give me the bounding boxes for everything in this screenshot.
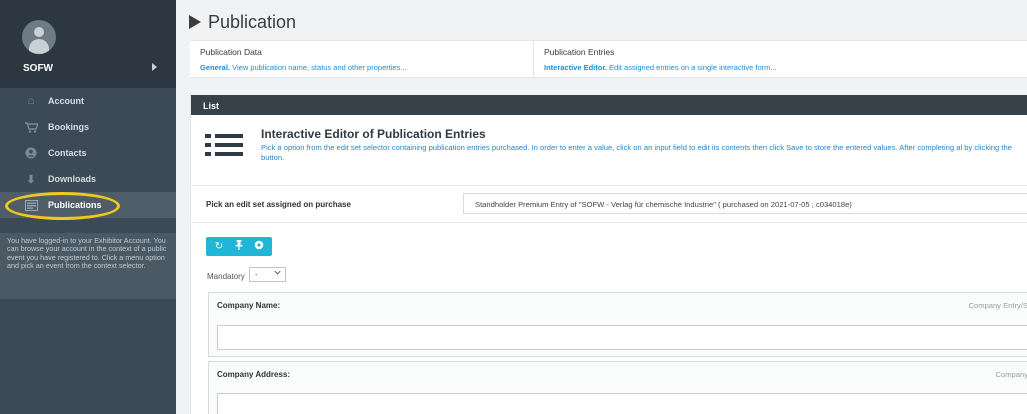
pin-icon[interactable]	[231, 240, 247, 253]
title-bar: Publication	[176, 0, 1027, 40]
sidebar-item-downloads[interactable]: ⬇ Downloads	[0, 166, 176, 192]
list-panel: List Interactive Editor of Publication E…	[190, 95, 1027, 414]
chevron-right-icon[interactable]	[152, 63, 157, 71]
editor-toolbar: ↻	[206, 237, 272, 256]
home-icon: ⌂	[27, 95, 35, 107]
cart-icon	[24, 121, 38, 133]
chevron-down-icon	[274, 269, 281, 278]
company-name-input[interactable]	[217, 325, 1027, 350]
editor-title: Interactive Editor of Publication Entrie…	[261, 127, 486, 141]
edit-set-select[interactable]: Standholder Premium Entry of "SOFW - Ver…	[463, 193, 1027, 214]
panel-heading: List	[191, 95, 1027, 115]
avatar	[22, 20, 56, 54]
section-tabs: Publication Data General. View publicati…	[190, 40, 1027, 78]
download-icon: ⬇	[26, 173, 36, 186]
tab-link[interactable]: Interactive Editor. Edit assigned entrie…	[544, 63, 777, 72]
divider	[191, 185, 1027, 186]
mandatory-label: Mandatory	[207, 272, 245, 281]
tab-link[interactable]: General. View publication name, status a…	[200, 63, 407, 72]
tab-publication-entries[interactable]: Publication Entries Interactive Editor. …	[544, 47, 777, 72]
sidebar-item-bookings[interactable]: Bookings	[0, 114, 176, 140]
field-label: Company Address:	[217, 370, 291, 379]
sidebar-item-account[interactable]: ⌂ Account	[0, 88, 176, 114]
sidebar-user-name: SOFW	[23, 63, 53, 74]
main-content: Publication Publication Data General. Vi…	[176, 0, 1027, 414]
mandatory-select[interactable]: -	[249, 267, 286, 282]
list-icon	[205, 134, 243, 164]
tab-heading: Publication Entries	[544, 47, 615, 57]
field-hint: Company Entry/S	[968, 301, 1027, 310]
divider	[191, 222, 1027, 223]
field-hint: Company	[995, 370, 1027, 379]
play-icon	[189, 15, 201, 29]
settings-icon[interactable]	[251, 240, 267, 253]
sidebar-item-contacts[interactable]: Contacts	[0, 140, 176, 166]
edit-set-label: Pick an edit set assigned on purchase	[206, 200, 351, 209]
sidebar-help-text: You have logged-in to your Exhibitor Acc…	[0, 233, 176, 299]
sidebar-item-label: Account	[48, 96, 84, 106]
editor-description: Pick a option from the edit set selector…	[261, 143, 1012, 162]
page-title: Publication	[208, 12, 297, 32]
field-label: Company Name:	[217, 301, 281, 310]
sidebar-item-label: Bookings	[48, 122, 90, 132]
person-icon	[24, 147, 38, 159]
tab-heading: Publication Data	[200, 47, 262, 57]
company-address-input[interactable]	[217, 393, 1027, 414]
refresh-icon[interactable]: ↻	[211, 241, 227, 252]
tab-divider	[533, 41, 534, 77]
sidebar-profile[interactable]: SOFW	[0, 0, 176, 88]
sidebar-item-label: Contacts	[48, 148, 87, 158]
tab-publication-data[interactable]: Publication Data General. View publicati…	[200, 47, 407, 72]
field-company-name: Company Name: Company Entry/S	[208, 292, 1027, 357]
highlight-annotation	[5, 192, 120, 220]
sidebar-item-label: Downloads	[48, 174, 97, 184]
field-company-address: Company Address: Company	[208, 361, 1027, 414]
mandatory-value: -	[255, 270, 258, 279]
